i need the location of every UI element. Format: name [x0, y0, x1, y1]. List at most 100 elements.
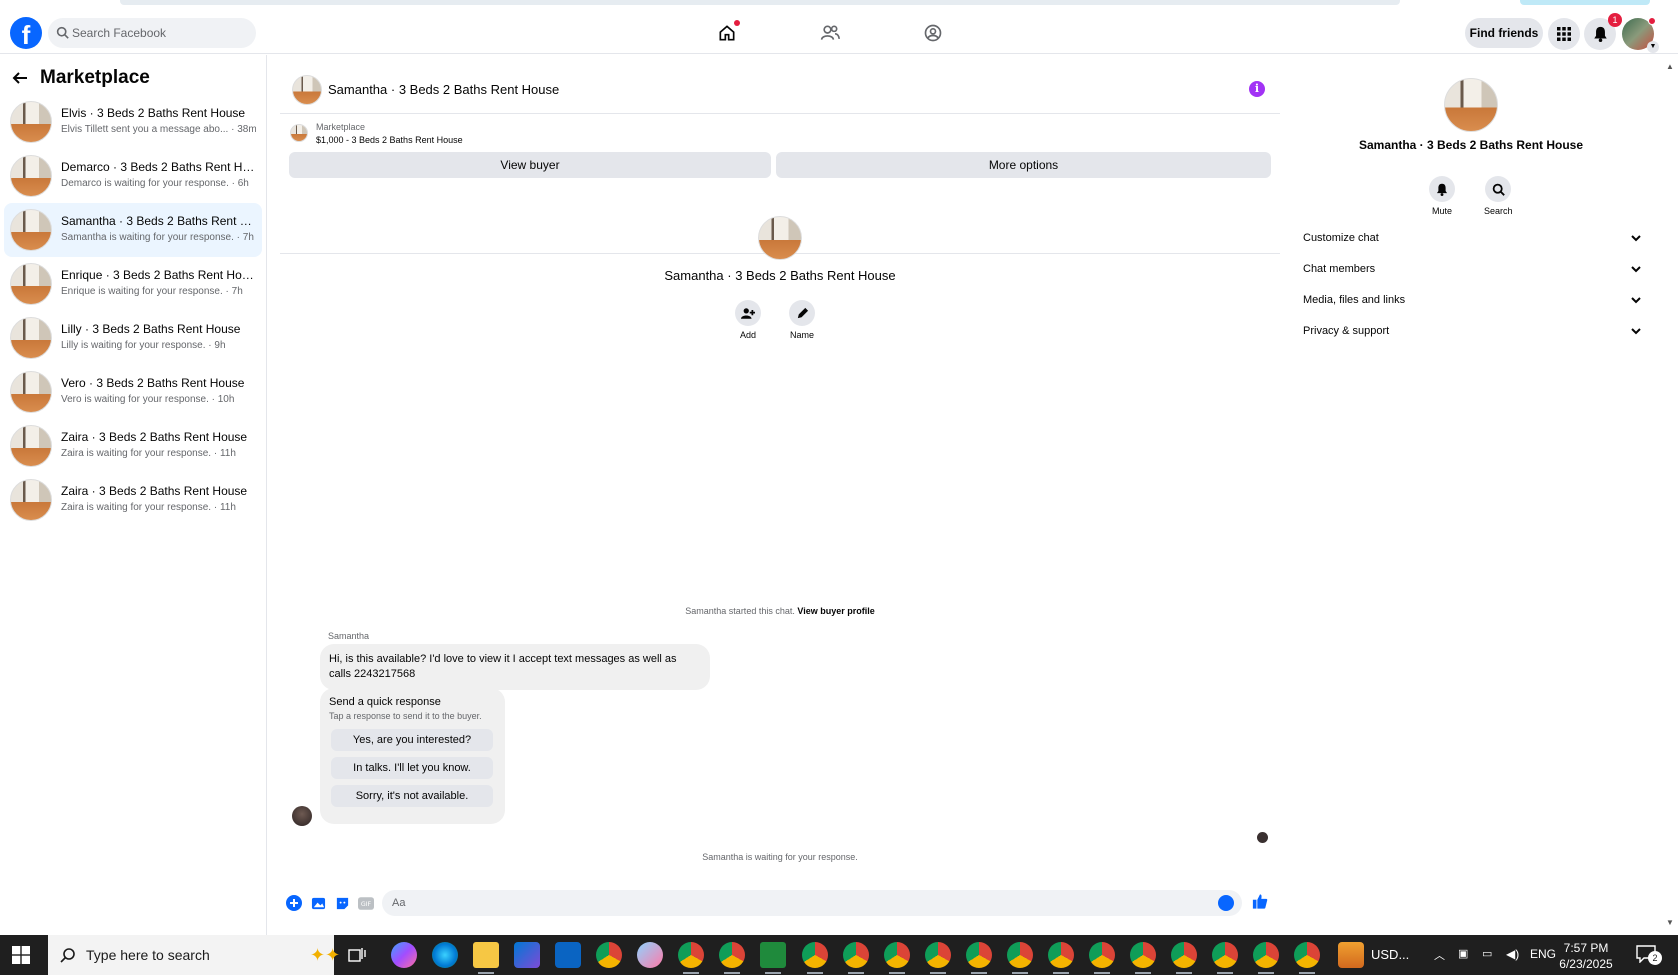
- chrome-profile-icon[interactable]: [1130, 942, 1156, 974]
- quick-response-in-talks-button[interactable]: In talks. I'll let you know.: [331, 757, 493, 779]
- windows-start-icon[interactable]: [12, 946, 30, 964]
- edit-name-button[interactable]: Name: [788, 300, 816, 340]
- volume-icon[interactable]: ◀): [1506, 947, 1519, 961]
- clock-time: 7:57 PM: [1563, 941, 1609, 955]
- system-clock[interactable]: 7:57 PM 6/23/2025: [1546, 940, 1626, 972]
- friends-nav-button[interactable]: [817, 20, 843, 46]
- chrome-profile-icon[interactable]: [966, 942, 992, 974]
- taskbar-search-input[interactable]: [86, 935, 286, 975]
- gif-button[interactable]: GIF: [358, 895, 374, 911]
- conversation-name: Demarco · 3 Beds 2 Baths Rent Ho...: [61, 160, 256, 174]
- network-icon[interactable]: ▭: [1482, 947, 1492, 960]
- currency-widget-text[interactable]: USD...: [1371, 947, 1409, 962]
- sender-avatar[interactable]: [292, 806, 312, 826]
- chat-intro-avatar: [758, 216, 802, 260]
- chrome-profile-icon[interactable]: [1294, 942, 1320, 974]
- currency-widget-icon[interactable]: [1338, 942, 1364, 968]
- listing-price[interactable]: $1,000 - 3 Beds 2 Baths Rent House: [316, 135, 463, 145]
- more-options-button[interactable]: More options: [776, 152, 1271, 178]
- chat-title[interactable]: Samantha · 3 Beds 2 Baths Rent House: [328, 82, 559, 97]
- chrome-profile-icon[interactable]: [1212, 942, 1238, 974]
- chat-intro-actions: Add Name: [734, 300, 816, 340]
- notification-badge: 1: [1608, 13, 1622, 27]
- media-files-links-section[interactable]: Media, files and links: [1303, 285, 1641, 315]
- chrome-profile-icon[interactable]: [802, 942, 828, 974]
- chrome-profile-icon[interactable]: [1253, 942, 1279, 974]
- chrome-profile-icon[interactable]: [925, 942, 951, 974]
- copilot-app-icon[interactable]: [391, 942, 417, 968]
- taskbar-search[interactable]: ✦✦: [48, 935, 340, 975]
- view-buyer-button[interactable]: View buyer: [289, 152, 771, 178]
- message-field[interactable]: [382, 890, 1242, 916]
- search-in-chat-button[interactable]: Search: [1484, 176, 1513, 216]
- chat-avatar[interactable]: [292, 75, 322, 105]
- quick-response-interested-button[interactable]: Yes, are you interested?: [331, 729, 493, 751]
- file-explorer-icon[interactable]: [473, 942, 499, 974]
- facebook-logo-icon[interactable]: f: [10, 17, 42, 50]
- groups-nav-button[interactable]: [920, 20, 946, 46]
- notification-center-button[interactable]: 2: [1636, 945, 1662, 965]
- chrome-profile-icon[interactable]: [1171, 942, 1197, 974]
- chrome-profile-icon[interactable]: [843, 942, 869, 974]
- back-arrow-icon[interactable]: [12, 70, 28, 86]
- conversation-item[interactable]: Enrique · 3 Beds 2 Baths Rent House Enri…: [4, 257, 262, 311]
- conversation-item[interactable]: Lilly · 3 Beds 2 Baths Rent House Lilly …: [4, 311, 262, 365]
- chrome-profile-icon[interactable]: [678, 942, 704, 974]
- conversation-list: Elvis · 3 Beds 2 Baths Rent House Elvis …: [4, 95, 262, 527]
- scroll-up-arrow[interactable]: ▲: [1666, 62, 1674, 71]
- emoji-icon[interactable]: [1218, 895, 1234, 911]
- quick-response-card: Send a quick response Tap a response to …: [320, 688, 505, 824]
- plus-circle-icon: [286, 895, 302, 911]
- conversation-item[interactable]: Demarco · 3 Beds 2 Baths Rent Ho... Dema…: [4, 149, 262, 203]
- home-notification-dot: [734, 20, 740, 26]
- gif-icon: GIF: [358, 896, 374, 910]
- info-icon[interactable]: i: [1249, 81, 1265, 97]
- outlook-app-icon[interactable]: [555, 942, 581, 968]
- meet-now-icon[interactable]: ▣: [1458, 947, 1468, 960]
- listing-thumbnail: [10, 479, 52, 521]
- privacy-support-section[interactable]: Privacy & support: [1303, 316, 1641, 346]
- attach-photo-button[interactable]: [310, 895, 326, 911]
- conversation-item-active[interactable]: Samantha · 3 Beds 2 Baths Rent H... Sama…: [4, 203, 262, 257]
- quick-response-not-available-button[interactable]: Sorry, it's not available.: [331, 785, 493, 807]
- search-box[interactable]: [48, 18, 256, 48]
- add-people-button[interactable]: Add: [734, 300, 762, 340]
- paint-app-icon[interactable]: [637, 942, 663, 968]
- chrome-profile-icon[interactable]: [1089, 942, 1115, 974]
- scroll-down-arrow[interactable]: ▼: [1666, 918, 1674, 927]
- sheets-app-icon[interactable]: [760, 942, 786, 974]
- chrome-profile-icon[interactable]: [1007, 942, 1033, 974]
- message-composer: GIF: [280, 886, 1280, 920]
- store-app-icon[interactable]: [514, 942, 540, 968]
- view-buyer-profile-link[interactable]: View buyer profile: [797, 606, 874, 616]
- more-actions-button[interactable]: [286, 895, 302, 911]
- tray-overflow-icon[interactable]: ︿: [1434, 947, 1445, 963]
- conversation-item[interactable]: Vero · 3 Beds 2 Baths Rent House Vero is…: [4, 365, 262, 419]
- browser-address-hint: [120, 0, 1400, 5]
- chrome-profile-icon[interactable]: [719, 942, 745, 974]
- conversation-item[interactable]: Zaira · 3 Beds 2 Baths Rent House Zaira …: [4, 419, 262, 473]
- chrome-app-icon[interactable]: [596, 942, 622, 968]
- chat-started-text: Samantha started this chat.: [685, 606, 795, 616]
- like-button[interactable]: [1252, 893, 1268, 909]
- search-input[interactable]: [72, 18, 252, 48]
- read-receipt-avatar: [1257, 832, 1268, 843]
- sidebar-header: Marketplace: [12, 63, 150, 93]
- customize-chat-section[interactable]: Customize chat: [1303, 223, 1641, 253]
- mute-button[interactable]: Mute: [1428, 176, 1456, 216]
- chrome-profile-icon[interactable]: [884, 942, 910, 974]
- task-view-icon[interactable]: [348, 947, 366, 963]
- notifications-button[interactable]: 1: [1584, 13, 1622, 50]
- find-friends-button[interactable]: Find friends: [1465, 18, 1543, 48]
- mute-label: Mute: [1431, 206, 1452, 216]
- message-input[interactable]: [392, 890, 1192, 916]
- edge-app-icon[interactable]: [432, 942, 458, 968]
- chat-members-section[interactable]: Chat members: [1303, 254, 1641, 284]
- sticker-button[interactable]: [334, 895, 350, 911]
- home-nav-button[interactable]: [714, 20, 740, 46]
- menu-button[interactable]: [1548, 18, 1580, 50]
- chrome-profile-icon[interactable]: [1048, 942, 1074, 974]
- conversation-item[interactable]: Elvis · 3 Beds 2 Baths Rent House Elvis …: [4, 95, 262, 149]
- account-avatar[interactable]: ▼: [1622, 17, 1659, 53]
- conversation-item[interactable]: Zaira · 3 Beds 2 Baths Rent House Zaira …: [4, 473, 262, 527]
